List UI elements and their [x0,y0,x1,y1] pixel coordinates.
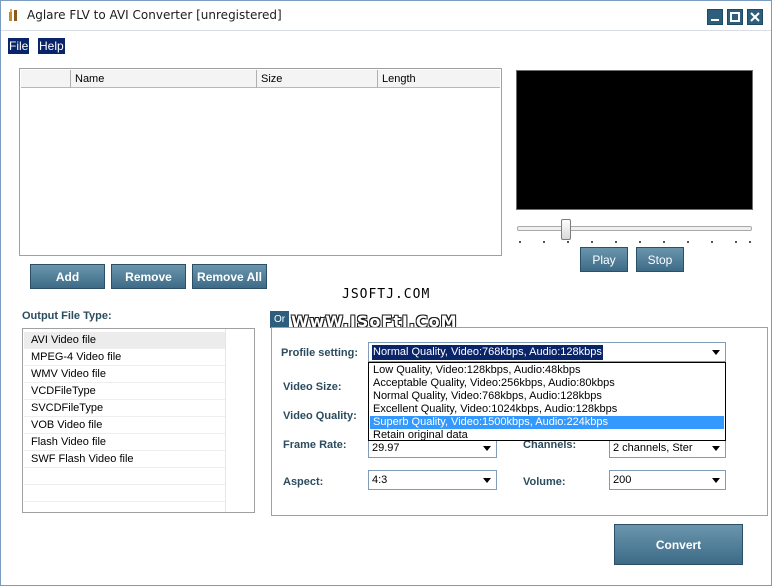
add-button[interactable]: Add [30,264,105,289]
output-type-item[interactable]: SVCDFileType [24,400,225,417]
slider-tick [687,241,689,243]
profile-option[interactable]: Acceptable Quality, Video:256kbps, Audio… [370,377,724,390]
aspect-label: Aspect: [283,476,324,488]
slider-tick [519,241,521,243]
profile-option[interactable]: Retain original data [370,429,724,442]
slider-tick [591,241,593,243]
output-type-item[interactable]: AVI Video file [24,332,225,349]
minimize-icon [711,19,719,21]
profile-option[interactable]: Low Quality, Video:128kbps, Audio:48kbps [370,364,724,377]
profile-option[interactable]: Normal Quality, Video:768kbps, Audio:128… [370,390,724,403]
column-header-name[interactable]: Name [71,70,257,88]
output-type-item[interactable]: Flash Video file [24,434,225,451]
app-icon [9,9,17,21]
convert-button[interactable]: Convert [614,524,743,565]
frame-rate-value: 29.97 [372,442,400,454]
minimize-button[interactable] [707,9,723,25]
list-column-divider [225,329,226,512]
volume-label: Volume: [523,476,566,488]
window-title: Aglare FLV to AVI Converter [unregistere… [27,8,282,22]
chevron-down-icon[interactable] [479,440,495,456]
list-empty-row [24,485,225,502]
aspect-value: 4:3 [372,474,388,486]
video-quality-label: Video Quality: [283,410,357,422]
frame-rate-label: Frame Rate: [283,439,347,451]
profile-setting-label: Profile setting: [281,347,359,359]
maximize-icon [730,12,740,22]
menu-help[interactable]: Help [38,38,65,54]
remove-button[interactable]: Remove [111,264,186,289]
aspect-select[interactable]: 4:3 [368,470,497,490]
play-button[interactable]: Play [580,247,628,272]
profile-option-highlighted[interactable]: Superb Quality, Video:1500kbps, Audio:22… [370,416,724,429]
stop-button[interactable]: Stop [636,247,684,272]
profile-setting-select[interactable]: Normal Quality, Video:768kbps, Audio:128… [368,342,726,362]
slider-tick [735,241,737,243]
slider-tick [749,241,751,243]
output-type-label: Output File Type: [22,310,112,322]
tab-output[interactable]: Or [270,311,290,328]
menu-bar: File Help [1,38,771,55]
list-empty-row [24,468,225,485]
output-type-list[interactable]: AVI Video file MPEG-4 Video file WMV Vid… [22,328,255,513]
output-type-item[interactable]: VCDFileType [24,383,225,400]
app-window: Aglare FLV to AVI Converter [unregistere… [0,0,772,586]
column-header-check[interactable] [21,70,71,88]
seek-slider-thumb[interactable] [561,219,571,240]
close-button[interactable] [747,9,763,25]
file-list-header: Name Size Length [21,70,500,88]
channels-value: 2 channels, Ster [613,442,693,454]
column-header-size[interactable]: Size [257,70,378,88]
profile-option[interactable]: Excellent Quality, Video:1024kbps, Audio… [370,403,724,416]
chevron-down-icon[interactable] [708,440,724,456]
seek-track[interactable] [517,226,752,231]
maximize-button[interactable] [727,9,743,25]
profile-setting-value: Normal Quality, Video:768kbps, Audio:128… [372,345,603,360]
volume-value: 200 [613,474,632,486]
column-header-length[interactable]: Length [378,70,501,88]
output-type-item[interactable]: MPEG-4 Video file [24,349,225,366]
chevron-down-icon[interactable] [708,344,724,360]
video-size-label: Video Size: [283,381,342,393]
close-icon [750,12,760,22]
slider-tick [543,241,545,243]
remove-all-button[interactable]: Remove All [192,264,267,289]
output-type-item[interactable]: VOB Video file [24,417,225,434]
file-list[interactable]: Name Size Length [19,68,502,256]
menu-file[interactable]: File [8,38,30,54]
slider-tick [711,241,713,243]
profile-dropdown-list[interactable]: Low Quality, Video:128kbps, Audio:48kbps… [368,362,726,441]
slider-tick [615,241,617,243]
title-bar: Aglare FLV to AVI Converter [unregistere… [1,1,771,31]
slider-tick [663,241,665,243]
chevron-down-icon[interactable] [479,472,495,488]
slider-tick [639,241,641,243]
output-type-item[interactable]: WMV Video file [24,366,225,383]
slider-tick [567,241,569,243]
video-preview [516,70,753,210]
watermark-text: JSOFTJ.COM [342,287,431,302]
chevron-down-icon[interactable] [708,472,724,488]
output-type-item[interactable]: SWF Flash Video file [24,451,225,468]
volume-select[interactable]: 200 [609,470,726,490]
